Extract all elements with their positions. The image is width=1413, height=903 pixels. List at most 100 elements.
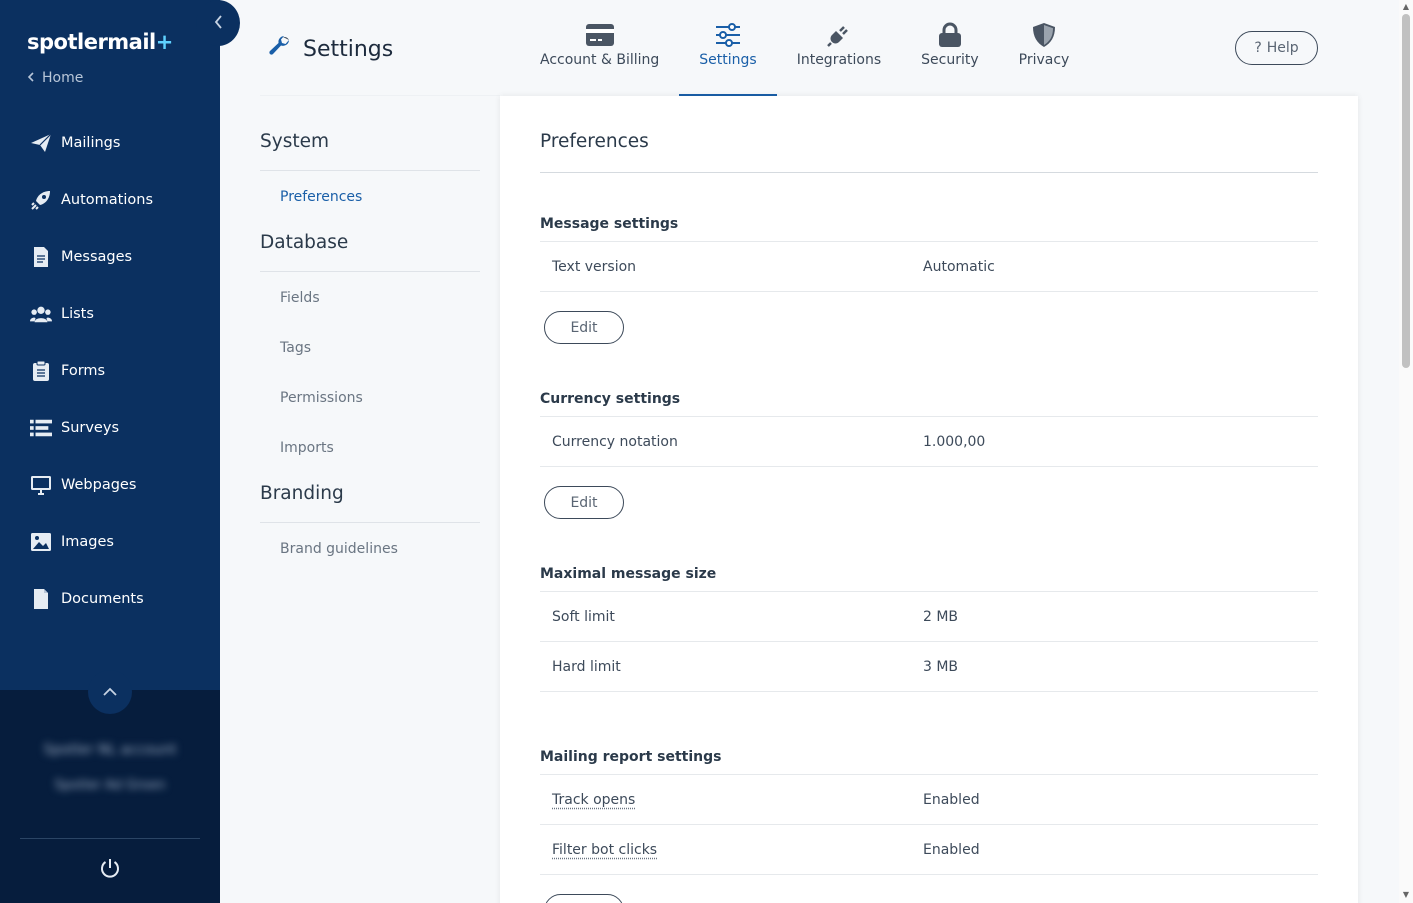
- sidebar-item-automations[interactable]: Automations: [0, 171, 220, 228]
- list-icon: [30, 417, 52, 439]
- settings-nav-item-brand-guidelines[interactable]: Brand guidelines: [260, 524, 480, 574]
- sidebar-nav: Mailings Automations Messages Lists Form…: [0, 114, 220, 627]
- settings-nav-item-preferences[interactable]: Preferences: [260, 172, 480, 222]
- setting-label: Soft limit: [540, 609, 923, 625]
- clipboard-icon: [30, 360, 52, 382]
- image-icon: [30, 531, 52, 553]
- sidebar-item-label: Surveys: [61, 420, 119, 436]
- collapse-sidebar-button[interactable]: [196, 0, 240, 46]
- sidebar-item-label: Lists: [61, 306, 94, 322]
- page-title-text: Settings: [303, 37, 393, 62]
- edit-message-settings-button[interactable]: Edit: [544, 311, 624, 344]
- panel-title: Preferences: [540, 131, 649, 152]
- setting-row: Filter bot clicks Enabled: [540, 825, 1318, 875]
- sidebar-item-label: Mailings: [61, 135, 120, 151]
- monitor-icon: [30, 474, 52, 496]
- sidebar-item-messages[interactable]: Messages: [0, 228, 220, 285]
- tab-account-billing[interactable]: Account & Billing: [520, 0, 679, 96]
- section-title: Mailing report settings: [540, 739, 1318, 775]
- tab-privacy[interactable]: Privacy: [999, 0, 1090, 96]
- settings-group-title: Database: [260, 222, 480, 272]
- setting-value: Automatic: [923, 259, 995, 275]
- tab-integrations[interactable]: Integrations: [777, 0, 901, 96]
- setting-label-tooltip[interactable]: Track opens: [540, 792, 923, 808]
- document-icon: [30, 246, 52, 268]
- mailing-report-section: Mailing report settings Track opens Enab…: [540, 739, 1318, 903]
- users-icon: [30, 303, 52, 325]
- logo-plus: +: [156, 30, 173, 54]
- sidebar-item-mailings[interactable]: Mailings: [0, 114, 220, 171]
- setting-value: 3 MB: [923, 659, 958, 675]
- home-label: Home: [42, 70, 83, 86]
- sidebar-item-label: Automations: [61, 192, 153, 208]
- scrollbar[interactable]: ▲ ▼: [1399, 0, 1413, 903]
- settings-nav-item-tags[interactable]: Tags: [260, 323, 480, 373]
- sidebar-item-surveys[interactable]: Surveys: [0, 399, 220, 456]
- scroll-up-arrow-icon[interactable]: ▲: [1401, 2, 1411, 12]
- setting-value: Enabled: [923, 842, 980, 858]
- question-icon: ?: [1254, 40, 1261, 56]
- logo[interactable]: spotlermail+: [27, 30, 173, 54]
- help-label: Help: [1267, 40, 1299, 56]
- sidebar: spotlermail+ Home Mailings Automations M…: [0, 0, 220, 903]
- setting-row: Soft limit 2 MB: [540, 592, 1318, 642]
- scroll-down-arrow-icon[interactable]: ▼: [1401, 890, 1411, 900]
- setting-row: Track opens Enabled: [540, 775, 1318, 825]
- setting-label-tooltip[interactable]: Filter bot clicks: [540, 842, 923, 858]
- help-button[interactable]: ? Help: [1235, 31, 1318, 65]
- setting-row: Currency notation 1.000,00: [540, 417, 1318, 467]
- sidebar-item-images[interactable]: Images: [0, 513, 220, 570]
- tab-settings[interactable]: Settings: [679, 0, 776, 96]
- tab-security[interactable]: Security: [901, 0, 999, 96]
- tab-label: Settings: [699, 52, 756, 68]
- setting-label: Text version: [540, 259, 923, 275]
- tab-label: Security: [921, 52, 979, 68]
- logo-text: spotlermail: [27, 30, 156, 54]
- chevron-left-icon: [214, 14, 223, 33]
- account-sub: Spotler Ad Groen: [0, 778, 220, 793]
- tab-label: Privacy: [1019, 52, 1070, 68]
- rocket-icon: [30, 189, 52, 211]
- divider: [540, 172, 1318, 173]
- currency-settings-section: Currency settings Currency notation 1.00…: [540, 381, 1318, 519]
- expand-account-button[interactable]: [88, 670, 132, 714]
- setting-row: Text version Automatic: [540, 242, 1318, 292]
- message-settings-section: Message settings Text version Automatic …: [540, 206, 1318, 344]
- settings-tabs: Account & Billing Settings Integrations …: [520, 0, 1089, 96]
- settings-group-title: System: [260, 96, 480, 171]
- page-title: Settings: [268, 34, 393, 64]
- divider: [20, 838, 200, 839]
- settings-nav: System Preferences Database Fields Tags …: [260, 96, 480, 574]
- settings-nav-item-permissions[interactable]: Permissions: [260, 373, 480, 423]
- credit-card-icon: [585, 21, 615, 49]
- setting-row: Hard limit 3 MB: [540, 642, 1318, 692]
- section-title: Currency settings: [540, 381, 1318, 417]
- sliders-icon: [713, 21, 743, 49]
- setting-label: Currency notation: [540, 434, 923, 450]
- sidebar-item-webpages[interactable]: Webpages: [0, 456, 220, 513]
- paper-plane-icon: [30, 132, 52, 154]
- lock-icon: [935, 21, 965, 49]
- sidebar-item-lists[interactable]: Lists: [0, 285, 220, 342]
- tab-label: Account & Billing: [540, 52, 659, 68]
- wrench-icon: [268, 34, 292, 64]
- sidebar-item-forms[interactable]: Forms: [0, 342, 220, 399]
- setting-value: 2 MB: [923, 609, 958, 625]
- account-name: Spotler NL account: [0, 742, 220, 758]
- settings-nav-item-fields[interactable]: Fields: [260, 273, 480, 323]
- power-icon: [99, 857, 121, 883]
- settings-nav-item-imports[interactable]: Imports: [260, 423, 480, 473]
- sidebar-item-label: Forms: [61, 363, 105, 379]
- edit-currency-settings-button[interactable]: Edit: [544, 486, 624, 519]
- plug-icon: [824, 21, 854, 49]
- edit-mailing-report-button[interactable]: Edit: [544, 894, 624, 903]
- scrollbar-thumb[interactable]: [1402, 14, 1410, 368]
- logout-button[interactable]: [98, 858, 122, 882]
- section-title: Maximal message size: [540, 556, 1318, 592]
- preferences-panel: Preferences Message settings Text versio…: [500, 96, 1358, 903]
- tab-label: Integrations: [797, 52, 881, 68]
- shield-icon: [1029, 21, 1059, 49]
- sidebar-item-documents[interactable]: Documents: [0, 570, 220, 627]
- home-link[interactable]: Home: [27, 70, 83, 86]
- setting-value: 1.000,00: [923, 434, 985, 450]
